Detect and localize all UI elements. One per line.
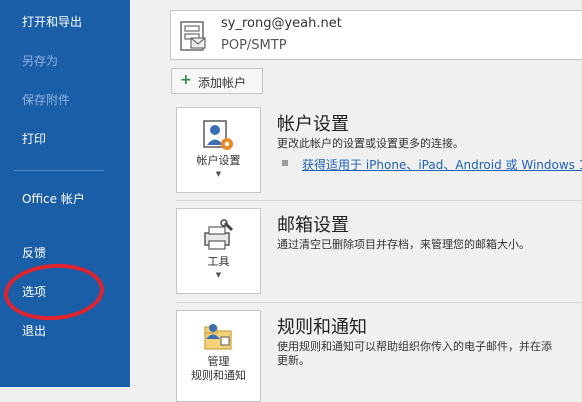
account-type: POP/SMTP xyxy=(221,38,287,53)
add-account-button[interactable]: + 添加帐户 xyxy=(171,68,263,94)
section-divider xyxy=(176,200,582,201)
manage-tile-label: 管理 xyxy=(207,355,230,368)
chevron-down-icon: ▼ xyxy=(215,271,222,279)
nav-save-attachments: 保存附件 xyxy=(22,93,71,107)
mobile-app-link[interactable]: 获得适用于 iPhone、iPad、Android 或 Windows 1 xyxy=(302,156,582,173)
account-settings-title: 帐户设置 xyxy=(277,114,349,135)
nav-exit[interactable]: 退出 xyxy=(22,323,122,339)
rules-alerts-icon xyxy=(204,324,232,350)
bullet-icon xyxy=(282,160,288,166)
plus-icon: + xyxy=(180,72,192,88)
section-divider xyxy=(176,302,582,303)
add-account-label: 添加帐户 xyxy=(198,76,247,90)
nav-feedback[interactable]: 反馈 xyxy=(22,245,122,261)
mail-server-icon xyxy=(180,21,206,51)
account-settings-description: 更改此帐户的设置或设置更多的连接。 xyxy=(277,137,464,150)
account-settings-icon xyxy=(203,120,233,150)
rules-alerts-description-cont: 更新。 xyxy=(277,354,310,367)
account-email: sy_rong@yeah.net xyxy=(221,16,342,31)
rules-alerts-description: 使用规则和通知可以帮助组织你传入的电子邮件，并在添 xyxy=(277,340,552,353)
nav-divider xyxy=(14,170,104,171)
nav-open-export[interactable]: 打开和导出 xyxy=(22,14,122,30)
chevron-down-icon: ▼ xyxy=(215,170,222,178)
backstage-nav: 打开和导出 另存为 保存附件 打印 Office 帐户 反馈 选项 退出 xyxy=(0,0,130,387)
nav-print[interactable]: 打印 xyxy=(22,131,122,147)
manage-rules-button[interactable]: 管理 规则和通知 xyxy=(176,310,261,402)
tools-button[interactable]: 工具 ▼ xyxy=(176,208,261,294)
account-settings-button[interactable]: 帐户设置 ▼ xyxy=(176,107,261,193)
tools-tile-label: 工具 xyxy=(207,255,230,268)
tools-icon xyxy=(204,219,234,250)
rules-alerts-tile-label: 规则和通知 xyxy=(191,369,246,382)
nav-office-account[interactable]: Office 帐户 xyxy=(22,191,92,207)
mailbox-settings-description: 通过清空已删除项目并存档，来管理您的邮箱大小。 xyxy=(277,238,530,251)
account-selector[interactable]: sy_rong@yeah.net POP/SMTP xyxy=(170,10,582,60)
account-settings-tile-label: 帐户设置 xyxy=(196,154,241,167)
main-pane: sy_rong@yeah.net POP/SMTP + 添加帐户 帐户设置 ▼ … xyxy=(130,0,582,402)
rules-alerts-title: 规则和通知 xyxy=(277,317,367,338)
nav-save-as: 另存为 xyxy=(22,54,59,68)
mailbox-settings-title: 邮箱设置 xyxy=(277,215,349,236)
